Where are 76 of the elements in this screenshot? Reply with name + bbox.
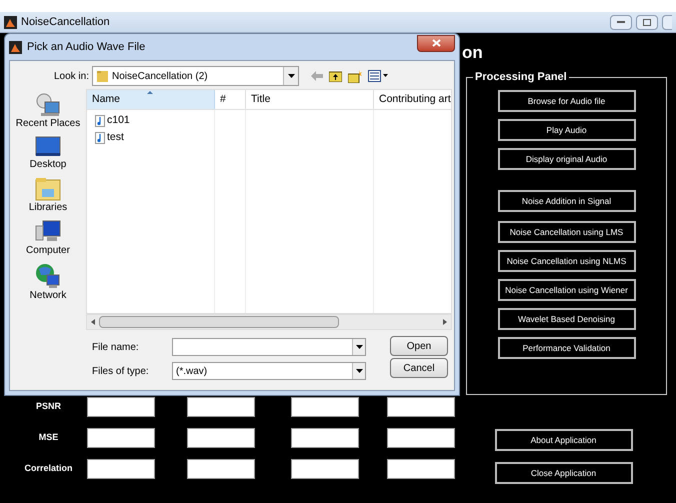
- globe-computer-icon: [35, 263, 61, 289]
- value-field[interactable]: [87, 428, 155, 448]
- view-menu-icon[interactable]: [368, 70, 388, 82]
- folder-icon: [35, 177, 61, 201]
- dropdown-arrow-icon: [356, 369, 362, 373]
- close-icon: [432, 39, 440, 47]
- up-folder-icon[interactable]: [329, 70, 342, 82]
- value-field[interactable]: [87, 396, 155, 416]
- place-link[interactable]: Network: [30, 289, 66, 302]
- file-item[interactable]: test: [107, 130, 124, 146]
- value-field[interactable]: [387, 428, 455, 448]
- app-icon: [4, 16, 17, 28]
- column-header[interactable]: Contributing art: [374, 90, 451, 109]
- column-header[interactable]: #: [215, 90, 246, 109]
- column-header[interactable]: Name: [87, 90, 215, 109]
- app-icon: [9, 40, 22, 54]
- maximize-button[interactable]: [636, 14, 658, 30]
- minimize-button[interactable]: [610, 14, 632, 30]
- scroll-left-icon[interactable]: [91, 319, 95, 325]
- panel-button[interactable]: Play Audio: [498, 119, 636, 141]
- panel-button[interactable]: Noise Cancellation using LMS: [498, 221, 636, 243]
- file-type-dropdown[interactable]: (*.wav): [172, 362, 366, 380]
- new-folder-icon[interactable]: [348, 70, 362, 82]
- panel-button[interactable]: Noise Cancellation using NLMS: [498, 250, 636, 272]
- value-field[interactable]: [187, 396, 255, 416]
- panel-title: Processing Panel: [473, 69, 569, 85]
- file-type-label: Files of type:: [92, 364, 150, 378]
- audio-file-icon: [95, 114, 105, 126]
- folder-icon: [97, 70, 108, 82]
- horizontal-scrollbar[interactable]: [86, 314, 452, 330]
- file-name-field[interactable]: [172, 338, 366, 356]
- dropdown-arrow-icon: [356, 345, 362, 349]
- file-type-value: (*.wav): [175, 364, 208, 378]
- look-in-label: Look in:: [52, 70, 90, 84]
- look-in-dropdown[interactable]: NoiseCancellation (2): [92, 66, 299, 86]
- dialog-title: Pick an Audio Wave File: [27, 40, 146, 55]
- scroll-thumb[interactable]: [99, 316, 339, 328]
- panel-button[interactable]: Noise Cancellation using Wiener: [498, 279, 636, 301]
- panel-button[interactable]: Display original Audio: [498, 148, 636, 170]
- place-link[interactable]: Libraries: [28, 201, 68, 214]
- scroll-right-icon[interactable]: [442, 319, 447, 325]
- panel-button[interactable]: Browse for Audio file: [498, 90, 636, 112]
- value-field[interactable]: [291, 458, 359, 478]
- desktop-icon: [35, 136, 61, 158]
- value-field[interactable]: [87, 458, 155, 478]
- place-link[interactable]: Recent Places: [16, 117, 80, 130]
- value-field[interactable]: [291, 396, 359, 416]
- close-button[interactable]: [417, 34, 455, 52]
- app-button[interactable]: About Application: [494, 429, 632, 451]
- value-field[interactable]: [187, 428, 255, 448]
- metric-label: PSNR: [34, 400, 62, 413]
- value-field[interactable]: [387, 396, 455, 416]
- dropdown-arrow-icon: [288, 74, 294, 78]
- audio-file-icon: [95, 132, 105, 144]
- clock-computer-icon: [35, 93, 61, 117]
- value-field[interactable]: [387, 458, 455, 478]
- place-link[interactable]: Desktop: [30, 158, 66, 171]
- place-link[interactable]: Computer: [26, 244, 70, 257]
- file-item[interactable]: c101: [107, 112, 130, 128]
- panel-button[interactable]: Performance Validation: [498, 337, 636, 359]
- file-name-label: File name:: [92, 340, 140, 354]
- value-field[interactable]: [291, 428, 359, 448]
- metric-label: Correlation: [23, 462, 74, 475]
- panel-button[interactable]: Noise Addition in Signal: [498, 190, 636, 212]
- metric-label: MSE: [38, 430, 60, 444]
- computer-icon: [35, 220, 61, 244]
- window-title: NoiseCancellation: [21, 14, 110, 30]
- look-in-value: NoiseCancellation (2): [112, 70, 209, 84]
- dialog-button[interactable]: Cancel: [390, 358, 448, 378]
- app-heading: on: [462, 43, 484, 63]
- panel-button[interactable]: Wavelet Based Denoising: [498, 308, 636, 330]
- value-field[interactable]: [187, 458, 255, 478]
- dialog-button[interactable]: Open: [390, 336, 448, 356]
- sort-arrow-icon: [147, 91, 153, 94]
- app-button[interactable]: Close Application: [494, 462, 632, 484]
- column-header[interactable]: Title: [246, 90, 374, 109]
